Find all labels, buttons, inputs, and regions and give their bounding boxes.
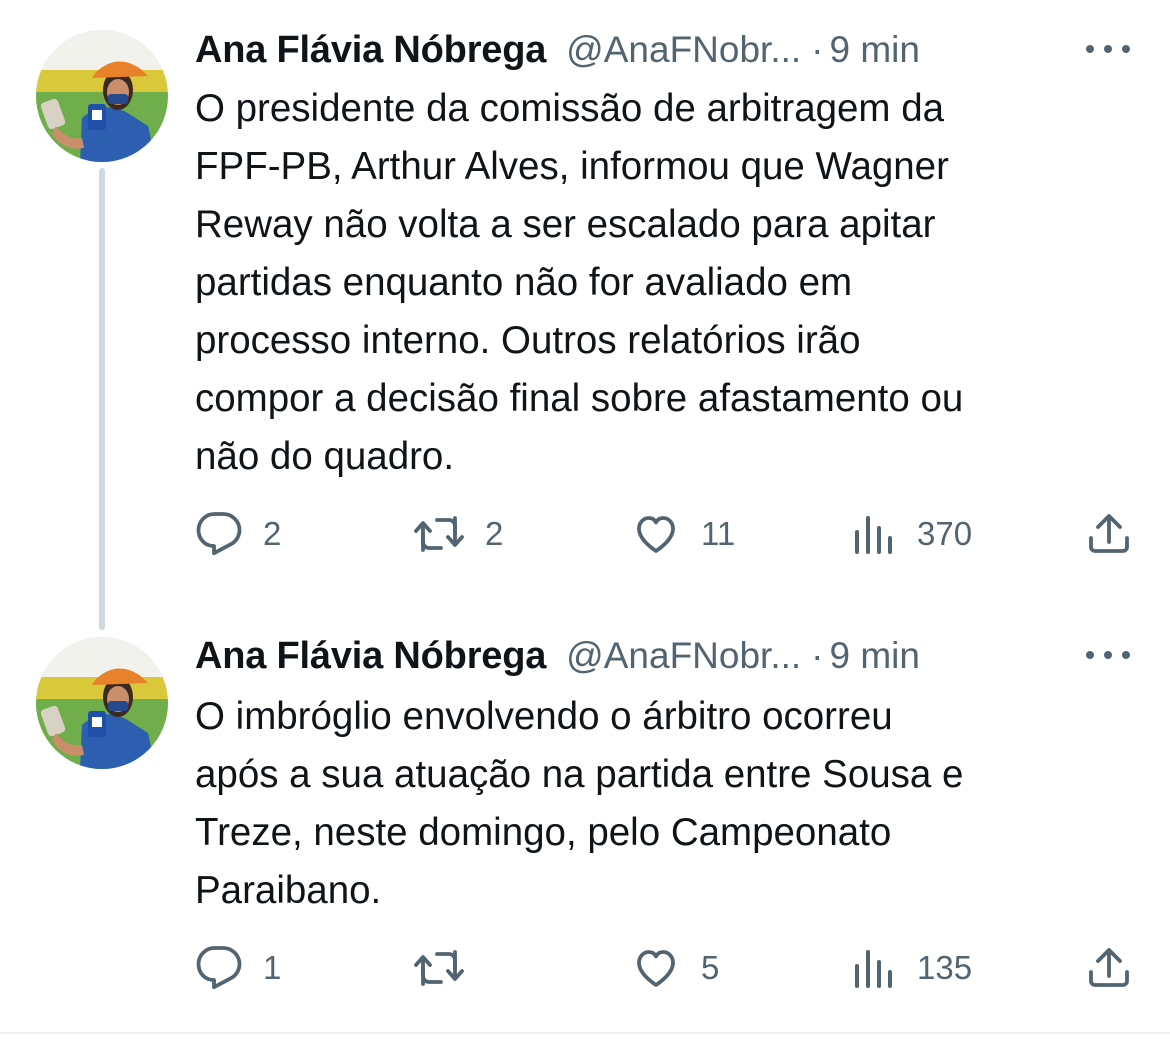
avatar-photo [36, 30, 168, 162]
tweet-header: Ana Flávia Nóbrega @AnaFNobr... · 9 min [195, 26, 1130, 74]
reply-count: 2 [263, 515, 282, 552]
like-button[interactable]: 5 [631, 942, 719, 994]
reply-count: 1 [263, 949, 282, 986]
reply-bubble-icon [196, 946, 242, 990]
like-button[interactable]: 11 [631, 508, 735, 560]
more-horizontal-icon[interactable] [1086, 640, 1130, 670]
thread-connector-line [99, 168, 105, 630]
author-handle[interactable]: @AnaFNobr... [566, 29, 801, 71]
views-button[interactable]: 370 [849, 508, 972, 560]
reply-button[interactable]: 1 [195, 942, 281, 994]
more-dot [1122, 651, 1130, 659]
tweet-text: O presidente da comissão de arbitragem d… [195, 87, 964, 478]
share-upload-icon [1089, 514, 1129, 553]
views-bar-chart-icon [855, 950, 892, 988]
tweet-actions: 2 2 11 370 [195, 508, 1135, 560]
more-dot [1104, 45, 1112, 53]
timeline-divider [0, 1032, 1170, 1034]
views-count: 370 [917, 515, 973, 552]
more-dot [1086, 45, 1094, 53]
separator-dot: · [811, 29, 824, 70]
retweet-icon [414, 516, 464, 552]
more-dot [1122, 45, 1130, 53]
share-button[interactable] [1085, 942, 1133, 994]
tweet-actions: 1 5 135 [195, 942, 1135, 994]
views-count: 135 [917, 949, 973, 986]
retweet-button[interactable]: 2 [413, 508, 503, 560]
share-upload-icon [1089, 948, 1129, 987]
author-display-name[interactable]: Ana Flávia Nóbrega [195, 29, 546, 72]
retweet-button[interactable] [413, 942, 485, 994]
share-button[interactable] [1085, 508, 1133, 560]
avatar-photo [36, 637, 168, 769]
tweet[interactable]: Ana Flávia Nóbrega @AnaFNobr... · 9 min … [0, 0, 1170, 630]
avatar[interactable] [36, 637, 168, 769]
tweet-timestamp[interactable]: 9 min [830, 635, 920, 677]
retweet-icon [414, 950, 464, 986]
more-dot [1086, 651, 1094, 659]
more-horizontal-icon[interactable] [1086, 34, 1130, 64]
more-dot [1104, 651, 1112, 659]
reply-bubble-icon [196, 512, 242, 556]
tweet-header: Ana Flávia Nóbrega @AnaFNobr... · 9 min [195, 632, 1130, 680]
heart-icon [637, 950, 675, 987]
like-count: 5 [701, 949, 720, 986]
author-display-name[interactable]: Ana Flávia Nóbrega [195, 635, 546, 678]
like-count: 11 [701, 515, 736, 552]
author-handle[interactable]: @AnaFNobr... [566, 635, 801, 677]
retweet-count: 2 [485, 515, 504, 552]
separator-dot: · [811, 635, 824, 676]
tweet-timestamp[interactable]: 9 min [830, 29, 920, 71]
views-button[interactable]: 135 [849, 942, 972, 994]
avatar[interactable] [36, 30, 168, 162]
tweet-text: O imbróglio envolvendo o árbitro ocorreu… [195, 695, 964, 912]
tweet[interactable]: Ana Flávia Nóbrega @AnaFNobr... · 9 min … [0, 610, 1170, 1030]
heart-icon [637, 516, 675, 553]
views-bar-chart-icon [855, 516, 892, 554]
reply-button[interactable]: 2 [195, 508, 281, 560]
